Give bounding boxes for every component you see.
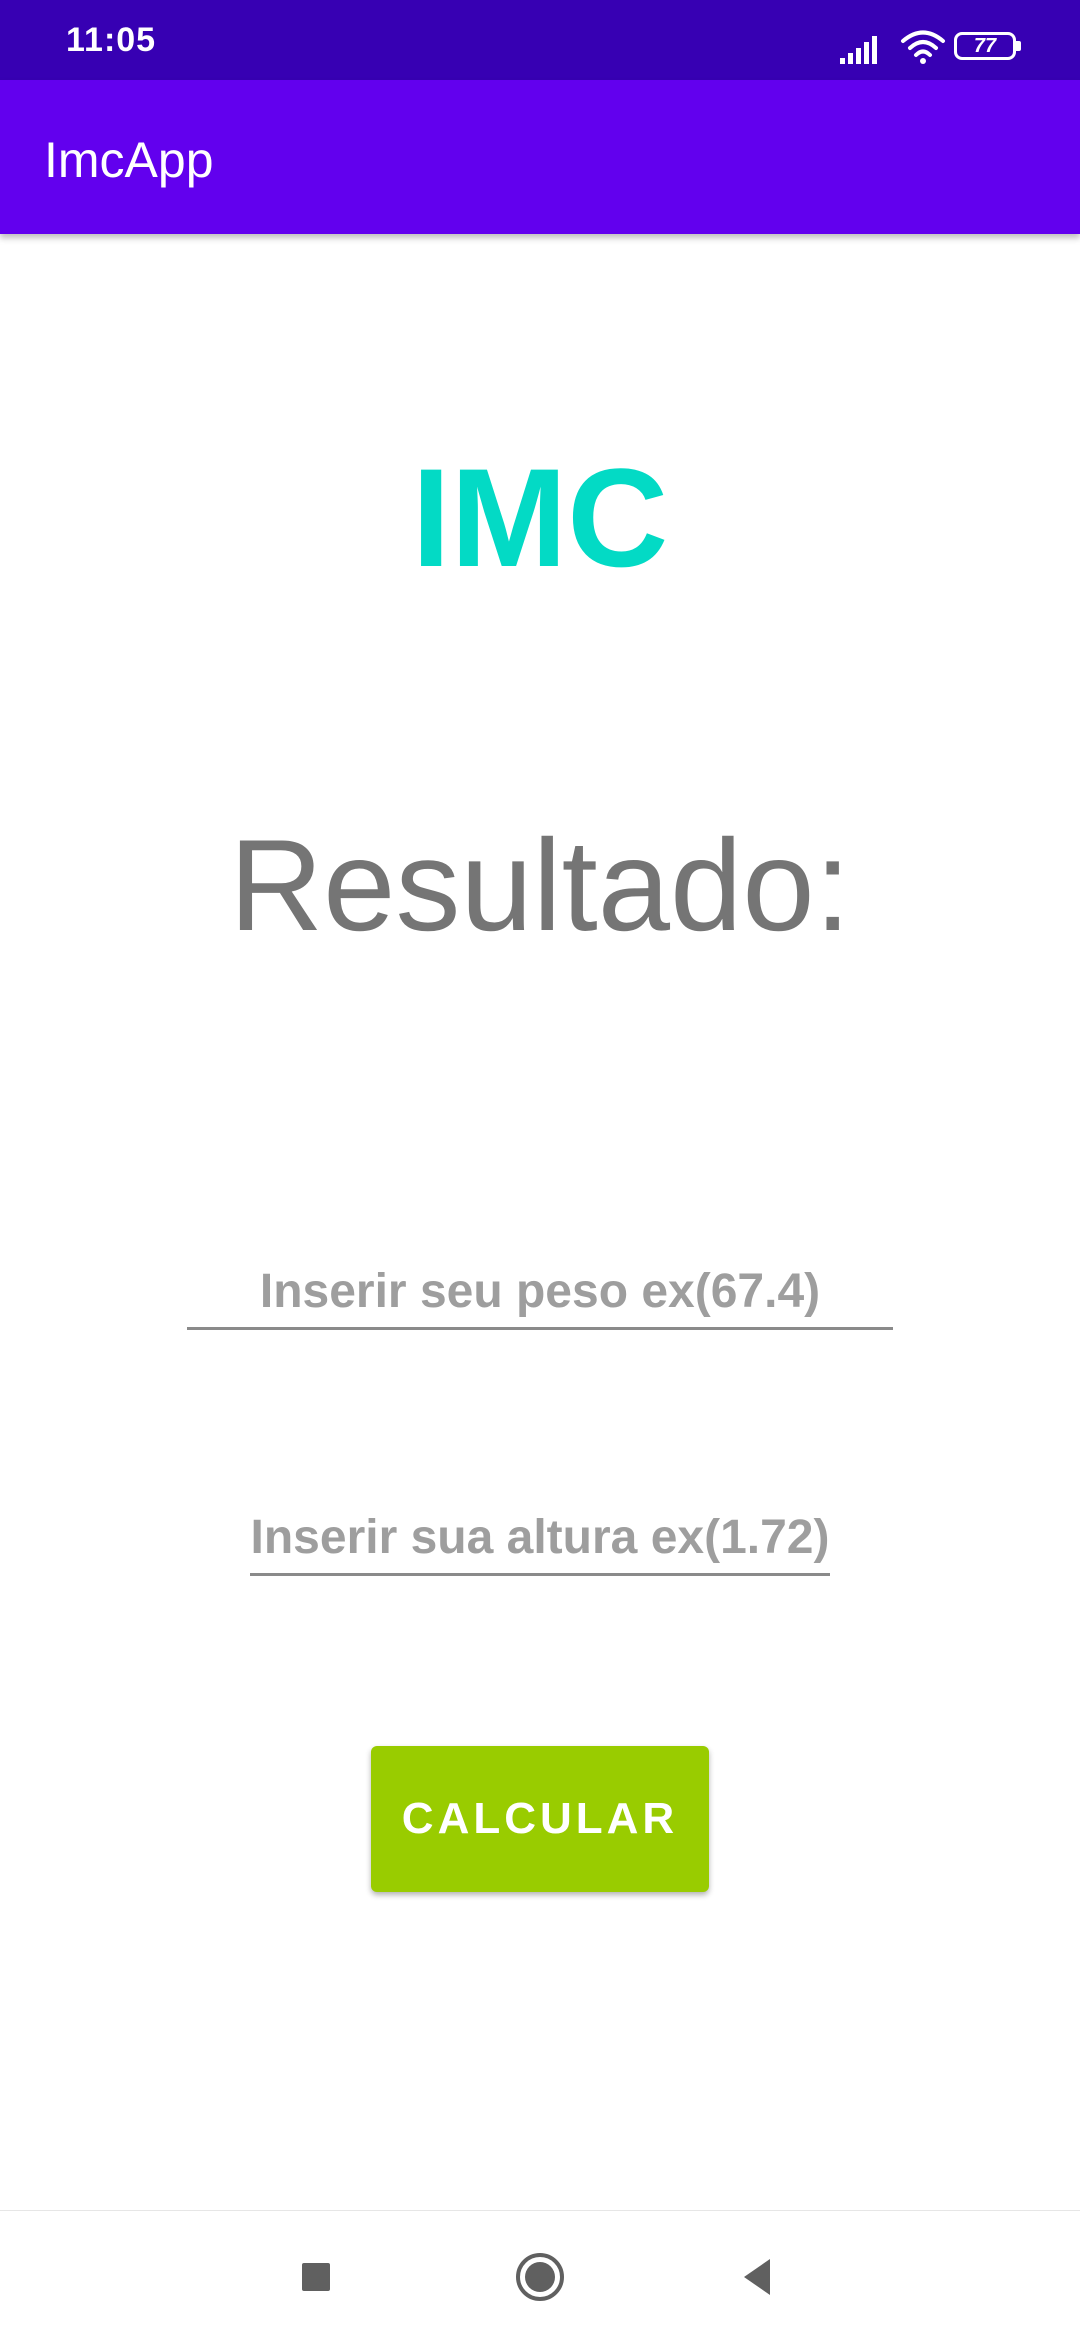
app-title: ImcApp [44, 132, 214, 188]
calculate-button[interactable]: CALCULAR [371, 1746, 709, 1892]
result-label: Resultado: [229, 812, 851, 958]
height-input[interactable] [250, 1508, 830, 1576]
signal-icon [840, 36, 877, 64]
battery-icon: 77 [954, 32, 1021, 60]
square-icon [302, 2263, 330, 2291]
circle-icon [516, 2253, 564, 2301]
imc-heading: IMC [411, 439, 669, 596]
battery-tip [1016, 41, 1021, 51]
wifi-icon [901, 30, 945, 64]
home-button[interactable] [510, 2247, 570, 2307]
app-bar: ImcApp [0, 80, 1080, 234]
back-button[interactable] [730, 2247, 790, 2307]
weight-input[interactable] [187, 1262, 893, 1330]
status-time: 11:05 [66, 21, 157, 59]
recents-button[interactable] [286, 2247, 346, 2307]
back-triangle-icon [744, 2259, 770, 2295]
battery-level: 77 [973, 34, 997, 57]
status-bar: 11:05 77 [0, 0, 1080, 80]
navigation-bar [0, 2210, 1080, 2341]
